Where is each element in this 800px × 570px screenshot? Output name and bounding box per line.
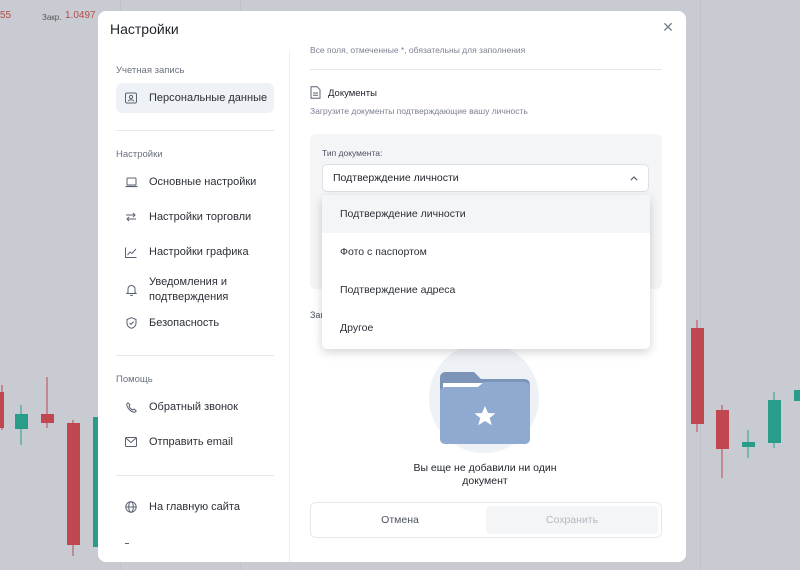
action-buttons: Отмена Сохранить (310, 502, 662, 538)
sidebar-item-personal-data[interactable]: Персональные данные (116, 83, 274, 113)
sidebar-item-callback[interactable]: Обратный звонок (116, 392, 274, 422)
chart-icon (124, 245, 138, 259)
laptop-icon (124, 175, 138, 189)
section-settings: Настройки (116, 149, 163, 160)
document-icon (310, 86, 322, 100)
documents-subtitle: Загрузите документы подтверждающие вашу … (310, 106, 528, 116)
sidebar-item-label: Отправить email (149, 435, 233, 448)
divider (116, 355, 274, 356)
transfer-icon (124, 210, 138, 224)
divider (116, 475, 274, 476)
modal-title: Настройки (110, 21, 179, 37)
sidebar-item-home[interactable]: На главную сайта (116, 492, 274, 522)
dropdown-option[interactable]: Другое (322, 309, 650, 347)
sidebar-item-security[interactable]: Безопасность (116, 308, 274, 338)
section-account: Учетная запись (116, 65, 185, 76)
globe-icon (124, 500, 138, 514)
dropdown-option[interactable]: Подтверждение адреса (322, 271, 650, 309)
id-card-icon (124, 91, 138, 105)
empty-state-text: Вы еще не добавили ни один документ (413, 462, 557, 487)
shield-icon (124, 316, 138, 330)
bell-icon (124, 283, 138, 297)
divider (310, 69, 662, 70)
close-icon[interactable]: ✕ (660, 19, 676, 35)
mail-icon (124, 435, 138, 449)
sidebar-item-label: Основные настройки (149, 175, 257, 188)
settings-sidebar: Учетная запись Персональные данные Настр… (98, 51, 290, 562)
doc-type-select[interactable]: Подтверждение личности (322, 164, 649, 192)
doc-type-dropdown: Подтверждение личности Фото с паспортом … (322, 195, 650, 349)
sidebar-item-label: Персональные данные (149, 91, 268, 104)
sidebar-item-label: На главную сайта (149, 500, 240, 513)
sidebar-item-label: Безопасность (149, 316, 220, 329)
folder-star-icon (440, 372, 530, 444)
sidebar-item-label: Уведомления и подтверждения (149, 276, 229, 303)
sidebar-item-label: Настройки торговли (149, 210, 252, 223)
doc-type-value: Подтверждение личности (333, 172, 459, 184)
doc-type-label: Тип документа: (322, 148, 383, 158)
dropdown-option[interactable]: Подтверждение личности (322, 195, 650, 233)
divider (116, 130, 274, 131)
sidebar-item-chart[interactable]: Настройки графика (116, 237, 274, 267)
required-note: Все поля, отмеченные *, обязательны для … (310, 45, 526, 55)
cancel-button[interactable]: Отмена (314, 506, 486, 534)
phone-icon (124, 400, 138, 414)
documents-header: Документы (310, 86, 377, 100)
sidebar-item-email[interactable]: Отправить email (116, 427, 274, 457)
more-items-indicator (125, 543, 129, 544)
documents-title: Документы (328, 87, 377, 99)
save-button[interactable]: Сохранить (486, 506, 658, 534)
chevron-up-icon (630, 173, 638, 183)
sidebar-item-general[interactable]: Основные настройки (116, 167, 274, 197)
section-help: Помощь (116, 374, 153, 385)
sidebar-item-label: Настройки графика (149, 245, 249, 258)
sidebar-item-notifications[interactable]: Уведомления и подтверждения (116, 272, 274, 308)
sidebar-item-trading[interactable]: Настройки торговли (116, 202, 274, 232)
dropdown-option[interactable]: Фото с паспортом (322, 233, 650, 271)
sidebar-item-label: Обратный звонок (149, 400, 238, 413)
